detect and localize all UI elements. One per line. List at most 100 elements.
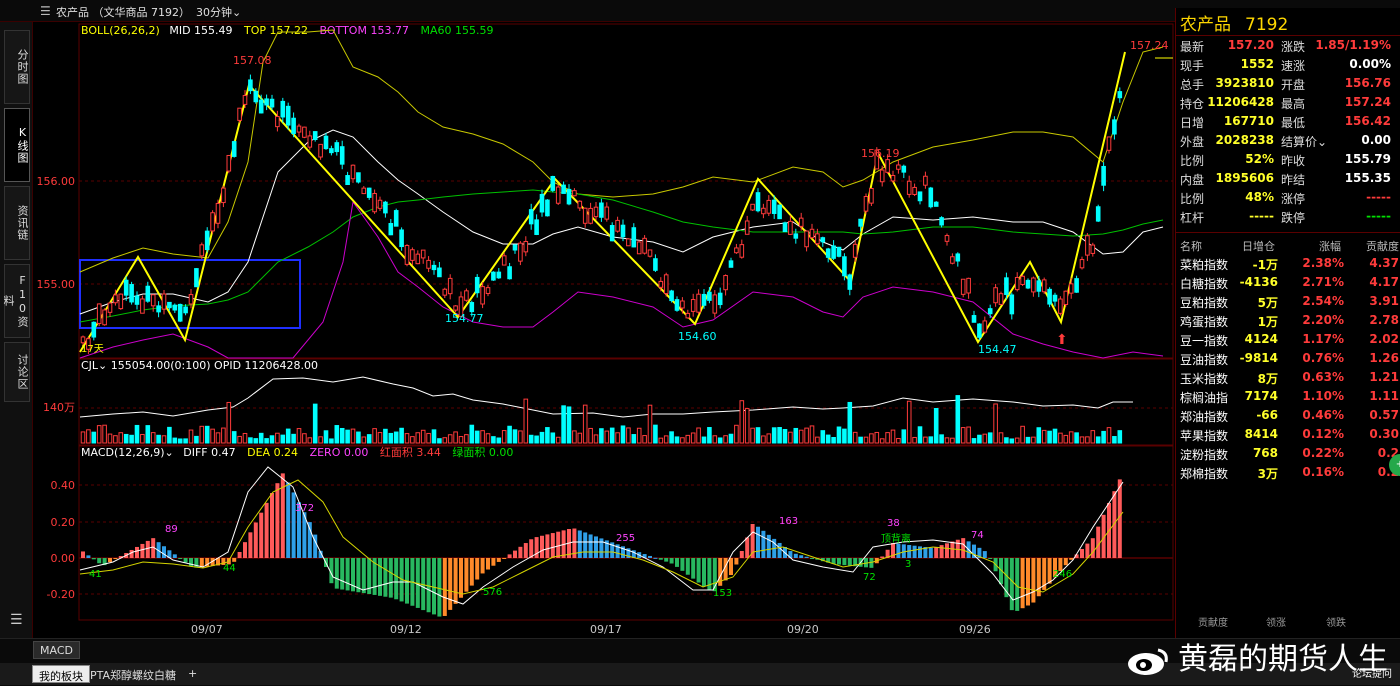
macd-bar bbox=[178, 558, 183, 559]
volume-bar bbox=[102, 424, 107, 444]
tab-contribution[interactable]: 贡献度 bbox=[1198, 614, 1228, 629]
volume-bar bbox=[626, 427, 631, 444]
index-row[interactable]: 苹果指数 8414 0.12% 0.30 bbox=[1176, 425, 1400, 444]
tab-leading-down[interactable]: 领跌 bbox=[1326, 614, 1346, 629]
macd-bar bbox=[550, 533, 555, 558]
macd-bar bbox=[507, 554, 512, 558]
col-contribution[interactable]: 贡献度 bbox=[1366, 238, 1399, 254]
candle-body bbox=[842, 256, 847, 277]
quote-label: 昨收 bbox=[1281, 154, 1306, 168]
add-tab-button[interactable]: + bbox=[182, 665, 203, 683]
col-oi-change[interactable]: 日增仓 bbox=[1242, 238, 1275, 254]
volume-bar bbox=[1079, 436, 1085, 444]
volume-bar bbox=[194, 435, 199, 444]
macd-bar bbox=[702, 558, 706, 587]
volume-bar bbox=[523, 398, 529, 444]
index-row[interactable]: 鸡蛋指数 1万 2.20% 2.78 bbox=[1176, 311, 1400, 330]
tab-kline[interactable]: K线图 bbox=[4, 108, 30, 182]
candle-body bbox=[1058, 298, 1063, 314]
candle-body bbox=[1074, 278, 1079, 293]
col-change-pct[interactable]: 涨幅 bbox=[1319, 238, 1341, 254]
candle-body bbox=[291, 117, 296, 135]
index-row[interactable]: 豆油指数 -9814 0.76% 1.26 bbox=[1176, 349, 1400, 368]
index-oi-change: 7174 bbox=[1244, 389, 1278, 403]
tab-news-chain[interactable]: 资讯链 bbox=[4, 186, 30, 260]
index-table[interactable]: 名称 日增仓 涨幅 贡献度 菜粕指数 -1万 2.38% 4.37 白糖指数 -4136 2… bbox=[1176, 236, 1400, 482]
volume-bar bbox=[366, 434, 372, 444]
index-row[interactable]: 棕榈油指 7174 1.10% 1.11 bbox=[1176, 387, 1400, 406]
volume-bar bbox=[1068, 431, 1074, 444]
forum-link[interactable]: 论坛提问 bbox=[1352, 665, 1392, 680]
macd-bar bbox=[232, 558, 237, 562]
index-name: 豆一指数 bbox=[1180, 334, 1229, 348]
candle-body bbox=[221, 187, 226, 204]
index-row[interactable]: 豆粕指数 5万 2.54% 3.91 bbox=[1176, 292, 1400, 311]
volume-bar bbox=[258, 432, 264, 444]
volume-bar bbox=[777, 427, 782, 444]
list-icon[interactable]: ☰ bbox=[10, 612, 23, 628]
macd-bar bbox=[496, 558, 501, 562]
candle-body bbox=[1004, 277, 1009, 295]
tab-pta-board[interactable]: PTA郑醇螺纹白糖 bbox=[84, 665, 182, 683]
volume-bar bbox=[307, 437, 313, 444]
volume-bar bbox=[1031, 436, 1036, 444]
volume-bar bbox=[528, 434, 534, 444]
candle-body bbox=[350, 164, 356, 180]
boll-legend[interactable]: BOLL(26,26,2) MID 155.49 TOP 157.22 BOTT… bbox=[81, 24, 493, 37]
candle-body bbox=[971, 315, 977, 323]
kline-chart[interactable]: 156.00 155.00 140万 0.40 0.20 0.00 -0.20 … bbox=[33, 22, 1175, 638]
index-change-pct: 1.10% bbox=[1302, 389, 1344, 403]
macd-legend[interactable]: MACD(12,26,9)⌄ DIFF 0.47 DEA 0.24 ZERO 0… bbox=[81, 445, 513, 459]
tab-leading-up[interactable]: 领涨 bbox=[1266, 614, 1286, 629]
volume-bar bbox=[1009, 438, 1015, 444]
x-label: 09/17 bbox=[590, 623, 622, 636]
tab-f10[interactable]: F10资料 bbox=[2, 264, 30, 338]
high-label: 157.08 bbox=[233, 54, 272, 67]
volume-bar bbox=[836, 426, 842, 444]
volume-bar bbox=[167, 426, 172, 444]
candle-body bbox=[242, 95, 248, 105]
volume-bar bbox=[204, 425, 210, 444]
macd-bar bbox=[847, 558, 852, 566]
macd-bar bbox=[113, 558, 118, 560]
index-row[interactable]: 豆一指数 4124 1.17% 2.02 bbox=[1176, 330, 1400, 349]
index-row[interactable]: 淀粉指数 768 0.22% 0.2 bbox=[1176, 444, 1400, 463]
quote-label: 跌停 bbox=[1281, 211, 1306, 225]
zigzag-line bbox=[79, 51, 1126, 353]
indicator-tab-macd[interactable]: MACD bbox=[33, 641, 80, 659]
candle-body bbox=[253, 90, 259, 103]
candle-body bbox=[626, 238, 631, 247]
period-selector[interactable]: 30分钟⌄ bbox=[196, 4, 241, 20]
macd-label: 255 bbox=[616, 533, 635, 544]
index-row[interactable]: 玉米指数 8万 0.63% 1.21 bbox=[1176, 368, 1400, 387]
candle-body bbox=[523, 241, 529, 253]
macd-label: 顶背离 bbox=[881, 532, 911, 545]
macd-bar bbox=[545, 534, 550, 558]
volume-bar bbox=[982, 433, 988, 444]
candle-body bbox=[464, 290, 469, 301]
volume-bar bbox=[188, 429, 194, 444]
volume-bar bbox=[339, 427, 345, 444]
quote-value: 155.79 bbox=[1344, 152, 1391, 166]
tab-discussion[interactable]: 讨论区 bbox=[4, 342, 30, 402]
tab-timeshare[interactable]: 分时图 bbox=[4, 30, 30, 104]
index-row[interactable]: 菜粕指数 -1万 2.38% 4.37 bbox=[1176, 254, 1400, 273]
col-name[interactable]: 名称 bbox=[1180, 238, 1202, 254]
quote-label: 比例 bbox=[1180, 192, 1205, 206]
volume-bar bbox=[280, 434, 286, 444]
volume-bar bbox=[636, 427, 642, 444]
tab-my-board[interactable]: 我的板块 bbox=[32, 665, 90, 683]
volume-bar bbox=[669, 431, 674, 444]
volume-legend[interactable]: CJL⌄ 155054.00(0:100) OPID 11206428.00 bbox=[81, 359, 318, 372]
macd-bar bbox=[1085, 543, 1090, 558]
candle-body bbox=[885, 159, 890, 173]
macd-bar bbox=[140, 543, 145, 558]
index-oi-change: 8万 bbox=[1257, 372, 1278, 386]
index-row[interactable]: 郑棉指数 3万 0.16% 0.2 bbox=[1176, 463, 1400, 482]
index-row[interactable]: 白糖指数 -4136 2.71% 4.17 bbox=[1176, 273, 1400, 292]
index-row[interactable]: 郑油指数 -66 0.46% 0.57 bbox=[1176, 406, 1400, 425]
chart-area[interactable]: 156.00 155.00 140万 0.40 0.20 0.00 -0.20 … bbox=[33, 22, 1175, 638]
volume-bar bbox=[291, 433, 296, 444]
menu-icon[interactable]: ☰ bbox=[40, 4, 51, 18]
candle-body bbox=[906, 180, 912, 195]
